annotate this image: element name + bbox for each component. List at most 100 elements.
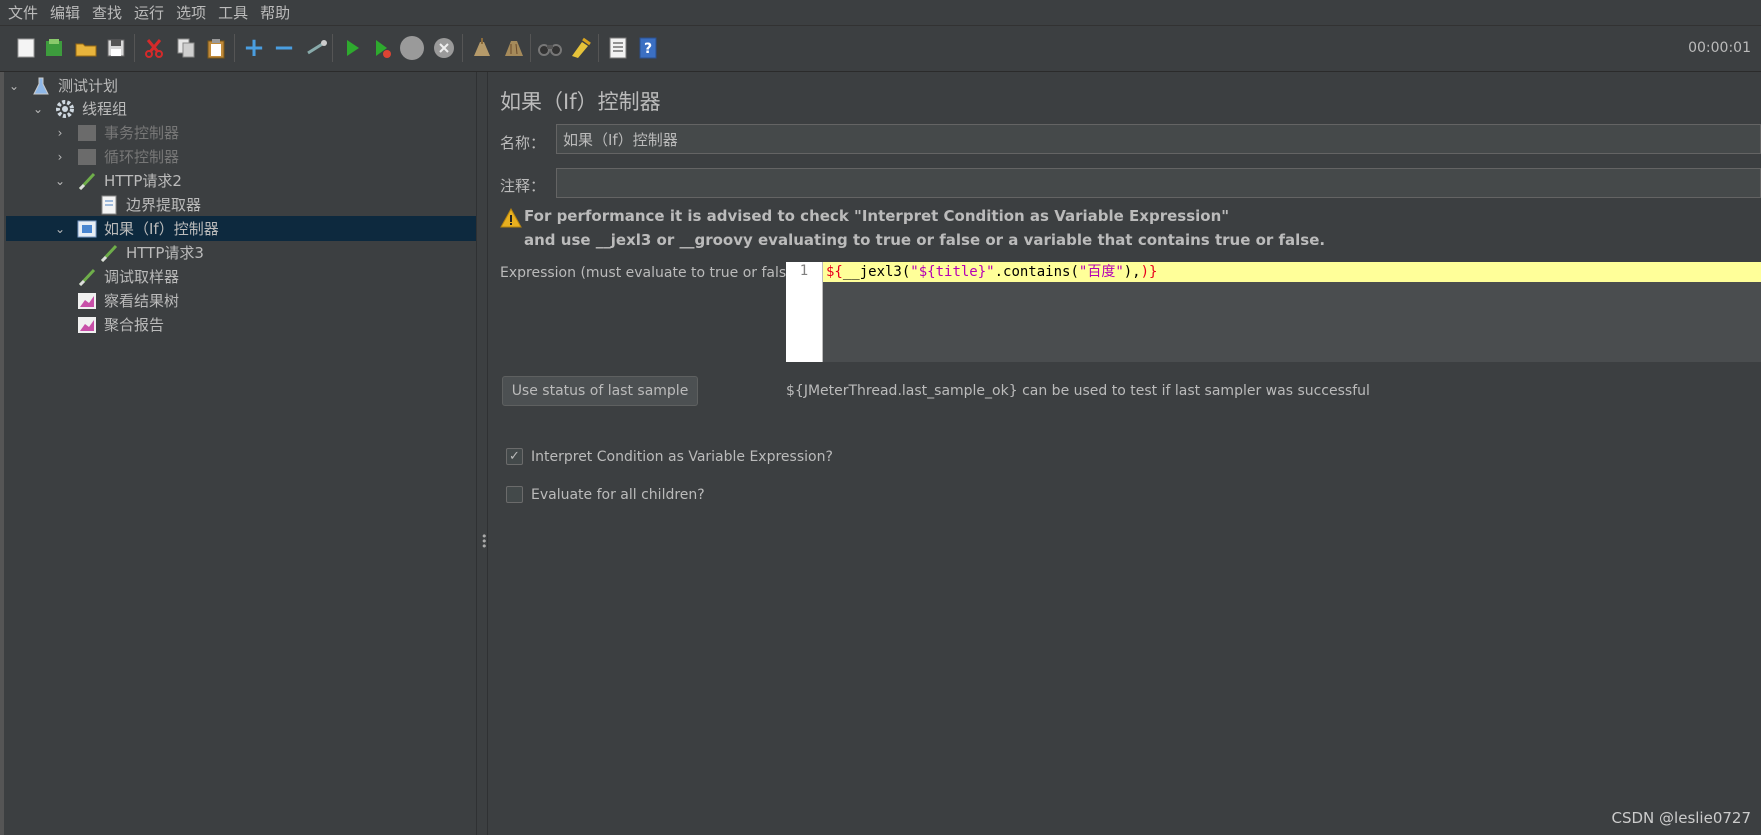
tree-node-label: 循环控制器	[104, 148, 180, 166]
tree-node-label: 如果（If）控制器	[104, 220, 219, 238]
warning-line-1: For performance it is advised to check "…	[524, 207, 1230, 225]
templates-icon[interactable]	[40, 34, 68, 62]
name-label: 名称：	[500, 134, 546, 152]
if-controller-panel: 如果（If）控制器 名称： 如果（If）控制器 注释： For performa…	[488, 72, 1761, 835]
reset-search-icon[interactable]	[566, 34, 594, 62]
toggle-icon[interactable]	[302, 34, 330, 62]
panel-title: 如果（If）控制器	[500, 90, 661, 114]
tree-node-http-request-3[interactable]: HTTP请求3	[98, 240, 476, 265]
warning-line-2: and use __jexl3 or __groovy evaluating t…	[524, 231, 1326, 249]
chevron-down-icon[interactable]: ⌄	[30, 102, 46, 116]
search-icon[interactable]	[536, 34, 564, 62]
comment-label: 注释：	[500, 177, 546, 195]
toolbar: + − ? 00:00:01	[0, 26, 1761, 72]
menu-edit[interactable]: 编辑	[50, 2, 80, 23]
chevron-down-icon[interactable]: ⌄	[6, 79, 22, 93]
last-sample-hint: ${JMeterThread.last_sample_ok} can be us…	[786, 383, 1370, 399]
tree-node-label: 聚合报告	[104, 316, 165, 334]
test-plan-tree: ⌄ 测试计划 ⌄ 线程组 › 事务控制器 › 循环控制器 ⌄ HTTP请求2 边…	[0, 72, 476, 835]
interpret-condition-option[interactable]: ✓ Interpret Condition as Variable Expres…	[506, 448, 833, 465]
tree-node-transaction-controller[interactable]: › 事务控制器	[52, 120, 476, 145]
menu-help[interactable]: 帮助	[260, 2, 290, 23]
menu-bar: 文件 编辑 查找 运行 选项 工具 帮助	[0, 0, 1761, 26]
stop-icon[interactable]	[398, 34, 426, 62]
pipette-icon	[76, 170, 98, 192]
expand-icon[interactable]: +	[240, 33, 268, 63]
svg-text:?: ?	[644, 41, 652, 57]
checkbox-checked-icon[interactable]: ✓	[506, 448, 523, 465]
tree-node-aggregate-report[interactable]: 聚合报告	[76, 312, 476, 337]
gear-icon	[54, 98, 76, 120]
evaluate-all-children-option[interactable]: Evaluate for all children?	[506, 486, 705, 503]
transaction-controller-icon	[76, 122, 98, 144]
function-helper-icon[interactable]	[604, 34, 632, 62]
pipette-icon	[76, 266, 98, 288]
tree-node-label: HTTP请求2	[104, 172, 182, 190]
menu-file[interactable]: 文件	[8, 2, 38, 23]
tree-node-label: 测试计划	[58, 77, 119, 95]
menu-tools[interactable]: 工具	[218, 2, 248, 23]
tree-node-label: 察看结果树	[104, 292, 180, 310]
tree-node-http-request-2[interactable]: ⌄ HTTP请求2	[52, 168, 476, 193]
code-token: "百度"	[1078, 264, 1124, 280]
if-controller-icon	[76, 218, 98, 240]
chart-icon	[76, 290, 98, 312]
clear-icon[interactable]	[468, 34, 496, 62]
test-plan-icon	[30, 75, 52, 97]
collapse-icon[interactable]: −	[270, 33, 298, 63]
left-edge	[0, 72, 4, 835]
tree-node-label: 事务控制器	[104, 124, 180, 142]
tree-node-if-controller[interactable]: ⌄ 如果（If）控制器	[6, 216, 476, 241]
chevron-down-icon[interactable]: ⌄	[52, 174, 68, 188]
code-token: ${	[826, 264, 843, 280]
save-icon[interactable]	[102, 34, 130, 62]
paste-icon[interactable]	[202, 34, 230, 62]
expression-code[interactable]: ${__jexl3("${title}".contains("百度"),)}	[823, 262, 1761, 282]
clear-all-icon[interactable]	[500, 34, 528, 62]
use-status-button[interactable]: Use status of last sample	[502, 376, 698, 406]
checkbox-label: Interpret Condition as Variable Expressi…	[531, 448, 833, 465]
code-token: __jexl3(	[842, 264, 911, 280]
code-token: ),	[1123, 264, 1141, 280]
comment-field[interactable]	[556, 168, 1761, 198]
cut-icon[interactable]	[140, 34, 168, 62]
start-no-pause-icon[interactable]	[368, 34, 396, 62]
chart-icon	[76, 314, 98, 336]
code-token: )}	[1140, 264, 1158, 280]
loop-controller-icon	[76, 146, 98, 168]
code-token: "${title}"	[910, 264, 995, 280]
chevron-right-icon[interactable]: ›	[52, 150, 68, 164]
tree-node-view-results-tree[interactable]: 察看结果树	[76, 288, 476, 313]
shutdown-icon[interactable]	[430, 34, 458, 62]
code-token: .contains(	[994, 264, 1079, 280]
menu-options[interactable]: 选项	[176, 2, 206, 23]
chevron-right-icon[interactable]: ›	[52, 126, 68, 140]
copy-icon[interactable]	[172, 34, 200, 62]
menu-search[interactable]: 查找	[92, 2, 122, 23]
pipette-icon	[98, 242, 120, 264]
checkbox-unchecked-icon[interactable]	[506, 486, 523, 503]
start-icon[interactable]	[338, 34, 366, 62]
splitter-grip-icon: • • •	[481, 530, 488, 553]
help-icon[interactable]: ?	[634, 34, 662, 62]
tree-node-thread-group[interactable]: ⌄ 线程组	[30, 96, 476, 121]
performance-warning: For performance it is advised to check "…	[524, 204, 1325, 252]
expression-label: Expression (must evaluate to true or fal…	[500, 265, 801, 281]
tree-node-test-plan[interactable]: ⌄ 测试计划	[6, 73, 476, 98]
tree-node-label: HTTP请求3	[126, 244, 204, 262]
tree-node-label: 线程组	[82, 100, 128, 118]
chevron-down-icon[interactable]: ⌄	[52, 222, 68, 236]
menu-run[interactable]: 运行	[134, 2, 164, 23]
expression-editor[interactable]: 1 ${__jexl3("${title}".contains("百度"),)}	[786, 262, 1761, 362]
document-icon	[98, 194, 120, 216]
elapsed-timer: 00:00:01	[1688, 40, 1751, 56]
open-icon[interactable]	[72, 34, 100, 62]
watermark: CSDN @leslie0727	[1611, 809, 1751, 827]
tree-node-loop-controller[interactable]: › 循环控制器	[52, 144, 476, 169]
name-field[interactable]: 如果（If）控制器	[556, 124, 1761, 154]
tree-node-debug-sampler[interactable]: 调试取样器	[76, 264, 476, 289]
tree-node-boundary-extractor[interactable]: 边界提取器	[98, 192, 476, 217]
panel-splitter[interactable]: • • •	[476, 72, 488, 835]
new-icon[interactable]	[12, 34, 40, 62]
warning-icon	[500, 207, 522, 228]
